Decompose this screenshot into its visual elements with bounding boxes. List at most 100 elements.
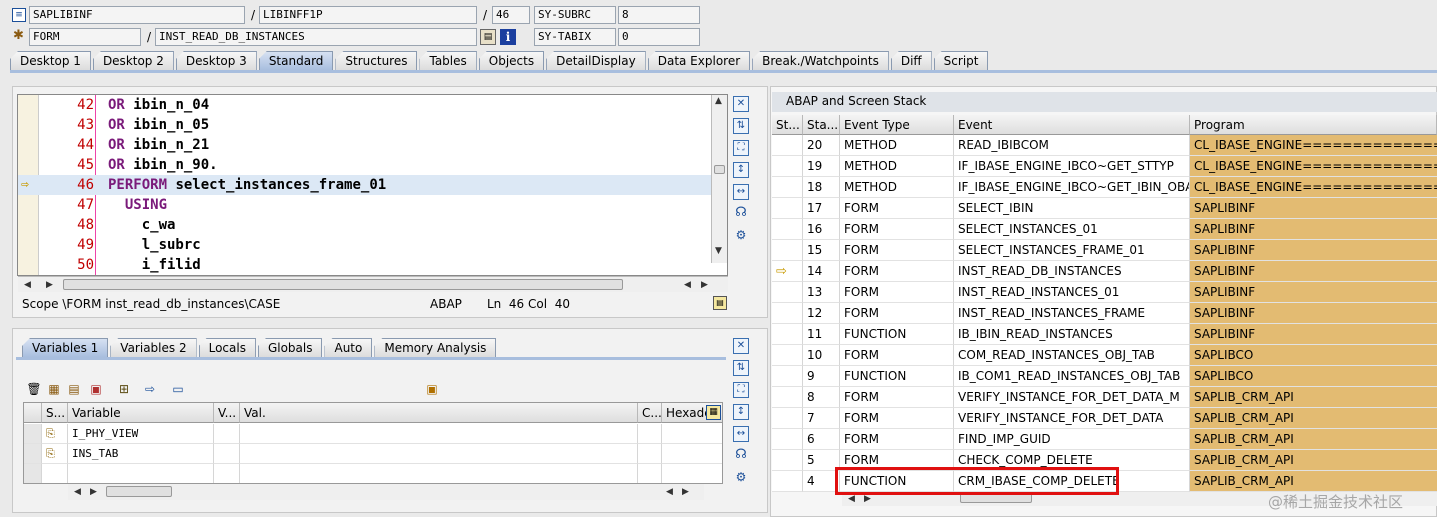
scroll-down-arrow-icon[interactable]: ▼: [715, 245, 722, 257]
stack-cell-type[interactable]: FUNCTION: [840, 366, 954, 387]
stack-cell-level[interactable]: 15: [803, 240, 840, 261]
var-tab-locals[interactable]: Locals: [198, 338, 256, 357]
code-line[interactable]: ⇨ 46 PERFORM select_instances_frame_01: [18, 175, 727, 195]
stack-cell-level[interactable]: 16: [803, 219, 840, 240]
notes-icon[interactable]: ▤: [713, 296, 727, 310]
grid-cell[interactable]: [662, 444, 722, 464]
source-vertical-scrollbar[interactable]: ▲ ▼: [711, 95, 727, 263]
tool-settings-icon[interactable]: ⚙: [733, 470, 749, 486]
source-horizontal-scrollbar[interactable]: ◀ ▶ ◀ ▶: [18, 276, 728, 292]
code-line[interactable]: 50 i_filid: [18, 255, 727, 275]
stack-cell-type[interactable]: FUNCTION: [840, 324, 954, 345]
line-number-field[interactable]: 46: [492, 6, 530, 24]
column-header[interactable]: Sta...: [803, 115, 840, 135]
swap-tool-icon[interactable]: ⇅: [733, 360, 749, 376]
var-tab-variables-1[interactable]: Variables 1: [22, 338, 109, 357]
stack-cell-event[interactable]: FIND_IMP_GUID: [954, 429, 1190, 450]
code-line[interactable]: 48 c_wa: [18, 215, 727, 235]
stack-cell-status[interactable]: [772, 450, 803, 471]
column-header[interactable]: St...: [772, 115, 803, 135]
stack-cell-event[interactable]: INST_READ_INSTANCES_FRAME: [954, 303, 1190, 324]
tab-tables[interactable]: Tables: [419, 51, 477, 70]
tab-desktop-3[interactable]: Desktop 3: [175, 51, 257, 70]
stack-cell-program[interactable]: SAPLIB_CRM_API: [1190, 450, 1437, 471]
stack-grid[interactable]: St... Sta... Event Type Event Program 20 METHO…: [772, 115, 1437, 492]
vertical-split-icon[interactable]: ↕: [733, 162, 749, 178]
stack-cell-program[interactable]: SAPLIBINF: [1190, 219, 1437, 240]
grid-cell[interactable]: [240, 444, 638, 464]
headphones-icon[interactable]: ☊: [733, 206, 749, 222]
grid-cell[interactable]: [638, 424, 662, 444]
stack-cell-event[interactable]: IB_IBIN_READ_INSTANCES: [954, 324, 1190, 345]
event-type-field[interactable]: FORM: [29, 28, 141, 46]
stack-cell-program[interactable]: CL_IBASE_ENGINE=================CP: [1190, 135, 1437, 156]
scroll-right-arrow-icon[interactable]: ▶: [90, 486, 97, 498]
column-header[interactable]: Variable: [68, 403, 214, 423]
stack-cell-program[interactable]: CL_IBASE_ENGINE=================CP: [1190, 177, 1437, 198]
maximize-icon[interactable]: ⛶: [733, 140, 749, 156]
stack-cell-status[interactable]: [772, 282, 803, 303]
stack-cell-program[interactable]: SAPLIBINF: [1190, 198, 1437, 219]
stack-cell-program[interactable]: SAPLIBINF: [1190, 282, 1437, 303]
grid-cell[interactable]: [662, 464, 722, 483]
stack-cell-type[interactable]: FORM: [840, 282, 954, 303]
list-icon[interactable]: ▤: [66, 381, 82, 397]
stack-cell-status[interactable]: [772, 345, 803, 366]
sysvar-value-field-2[interactable]: 0: [618, 28, 700, 46]
scroll-right-arrow-icon[interactable]: ▶: [682, 486, 689, 498]
column-header[interactable]: C...: [638, 403, 662, 423]
export-icon[interactable]: ▣: [88, 381, 104, 397]
maximize-icon[interactable]: ⛶: [733, 382, 749, 398]
stack-cell-status[interactable]: [772, 408, 803, 429]
stack-cell-level[interactable]: 14: [803, 261, 840, 282]
tab-script[interactable]: Script: [933, 51, 989, 70]
stack-cell-level[interactable]: 7: [803, 408, 840, 429]
stack-cell-type[interactable]: FORM: [840, 198, 954, 219]
stack-cell-program[interactable]: SAPLIBINF: [1190, 261, 1437, 282]
tab-desktop-2[interactable]: Desktop 2: [92, 51, 174, 70]
tool-settings-icon[interactable]: ⚙: [733, 228, 749, 244]
scroll-thumb[interactable]: [63, 279, 623, 290]
stack-cell-type[interactable]: FORM: [840, 219, 954, 240]
stack-cell-status[interactable]: [772, 219, 803, 240]
code-line[interactable]: 45 OR ibin_n_90.: [18, 155, 727, 175]
variables-horizontal-scrollbar[interactable]: ◀ ▶ ◀ ▶: [68, 484, 704, 500]
sysvar-name-field-1[interactable]: SY-SUBRC: [534, 6, 616, 24]
column-header[interactable]: V...: [214, 403, 240, 423]
grid-cell[interactable]: I_PHY_VIEW: [68, 424, 214, 444]
stack-cell-status[interactable]: [772, 177, 803, 198]
stack-cell-program[interactable]: SAPLIB_CRM_API: [1190, 387, 1437, 408]
grid-cell[interactable]: [42, 464, 68, 483]
stack-cell-event[interactable]: IB_COM1_READ_INSTANCES_OBJ_TAB: [954, 366, 1190, 387]
column-header[interactable]: S...: [42, 403, 68, 423]
scroll-left-arrow-icon[interactable]: ◀: [74, 486, 81, 498]
stack-cell-type[interactable]: METHOD: [840, 177, 954, 198]
grid-cell[interactable]: [214, 444, 240, 464]
stack-cell-status[interactable]: [772, 324, 803, 345]
stack-cell-event[interactable]: IF_IBASE_ENGINE_IBCO~GET_IBIN_OBA...: [954, 177, 1190, 198]
code-line[interactable]: 42 OR ibin_n_04: [18, 95, 727, 115]
stack-cell-event[interactable]: INST_READ_DB_INSTANCES: [954, 261, 1190, 282]
grid-cell[interactable]: [240, 464, 638, 483]
sysvar-name-field-2[interactable]: SY-TABIX: [534, 28, 616, 46]
tab-data-explorer[interactable]: Data Explorer: [647, 51, 751, 70]
column-header[interactable]: Event: [954, 115, 1190, 135]
stack-cell-event[interactable]: SELECT_IBIN: [954, 198, 1190, 219]
stack-cell-program[interactable]: SAPLIB_CRM_API: [1190, 408, 1437, 429]
code-line[interactable]: 47 USING: [18, 195, 727, 215]
code-line[interactable]: 49 l_subrc: [18, 235, 727, 255]
stack-cell-program[interactable]: SAPLIB_CRM_API: [1190, 429, 1437, 450]
variables-grid[interactable]: S... Variable V... Val. C... Hexade ⎘ I_PHY_VIE…: [23, 402, 723, 484]
column-header[interactable]: Val.: [240, 403, 638, 423]
tab-detaildisplay[interactable]: DetailDisplay: [546, 51, 646, 70]
stack-cell-level[interactable]: 9: [803, 366, 840, 387]
stack-cell-level[interactable]: 13: [803, 282, 840, 303]
stack-cell-event[interactable]: VERIFY_INSTANCE_FOR_DET_DATA: [954, 408, 1190, 429]
var-tab-memory-analysis[interactable]: Memory Analysis: [374, 338, 497, 357]
stack-cell-program[interactable]: SAPLIBCO: [1190, 366, 1437, 387]
folder-icon[interactable]: ▭: [170, 381, 186, 397]
stack-cell-program[interactable]: SAPLIBINF: [1190, 303, 1437, 324]
grid-cell[interactable]: [240, 424, 638, 444]
column-header[interactable]: Program: [1190, 115, 1437, 135]
stack-cell-level[interactable]: 20: [803, 135, 840, 156]
